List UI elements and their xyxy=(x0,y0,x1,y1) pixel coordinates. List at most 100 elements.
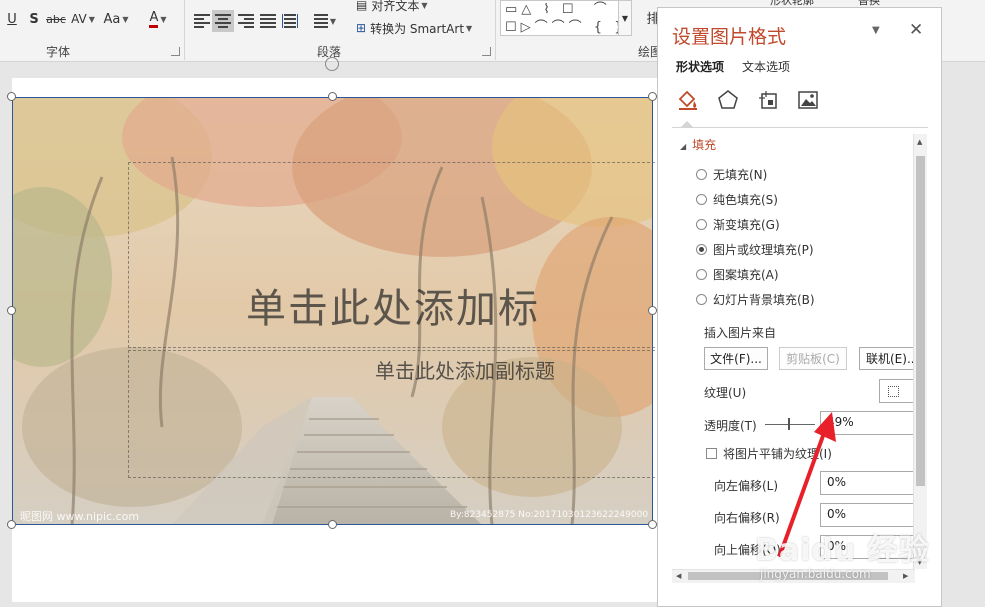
group-divider xyxy=(184,0,185,60)
radio-button[interactable] xyxy=(696,268,707,280)
text-shadow-button[interactable]: S xyxy=(26,8,42,30)
resize-handle[interactable] xyxy=(648,92,657,101)
fill-line-tab[interactable] xyxy=(675,88,701,112)
resize-handle[interactable] xyxy=(7,520,16,529)
scroll-right-icon[interactable]: ▶ xyxy=(903,572,908,580)
fill-line-icon xyxy=(678,90,697,110)
fill-option-label: 纯色填充(S) xyxy=(713,192,778,207)
effects-icon xyxy=(718,90,738,109)
chevron-down-icon: ▼ xyxy=(160,14,167,24)
align-left-button[interactable] xyxy=(193,10,211,32)
chevron-down-icon: ▼ xyxy=(88,14,95,24)
size-properties-icon xyxy=(759,91,777,109)
texture-label: 纹理(U) xyxy=(704,386,747,400)
align-right-button[interactable] xyxy=(237,10,255,32)
shapes-gallery[interactable]: ▭△ ⌇ ☐ ⌒ { } ☐▷⌒⌒⌒ { } xyxy=(500,0,628,36)
clipboard-button[interactable]: 剪贴板(C) xyxy=(779,347,847,370)
align-center-icon xyxy=(215,14,231,28)
distributed-icon xyxy=(282,14,298,28)
columns-icon xyxy=(313,14,328,28)
pane-close-button[interactable]: ✕ xyxy=(909,20,923,40)
convert-smartart-button[interactable]: ⊞ 转换为 SmartArt ▼ xyxy=(356,18,472,38)
font-dialog-launcher-icon[interactable] xyxy=(171,47,180,56)
chevron-down-icon: ▼ xyxy=(466,23,473,33)
distributed-button[interactable] xyxy=(281,10,299,32)
align-text-label: 对齐文本 xyxy=(371,0,420,13)
justify-button[interactable] xyxy=(259,10,277,32)
radio-button[interactable] xyxy=(696,193,707,205)
tile-picture-checkbox[interactable] xyxy=(706,448,717,459)
shapes-gallery-scroll[interactable]: ▼ xyxy=(618,0,632,36)
online-button[interactable]: 联机(E)... xyxy=(859,347,915,370)
rotation-handle[interactable] xyxy=(325,57,339,71)
chevron-down-icon: ▼ xyxy=(872,25,880,36)
fill-option-slide-background[interactable]: 幻灯片背景填充(B) xyxy=(696,290,815,308)
offset-left-label: 向左偏移(L) xyxy=(714,479,779,493)
baidu-logo-watermark: Baidu 经验 xyxy=(755,533,930,568)
picture-tab[interactable] xyxy=(795,88,821,112)
selection-frame xyxy=(12,97,653,525)
radio-button[interactable] xyxy=(696,218,707,230)
texture-dropdown[interactable] xyxy=(879,379,915,403)
fill-option-label: 图案填充(A) xyxy=(713,267,779,282)
tab-shape-options[interactable]: 形状选项 xyxy=(676,58,724,75)
underline-button[interactable]: U xyxy=(4,8,20,30)
fill-option-label: 无填充(N) xyxy=(713,167,768,182)
active-tab-pointer xyxy=(681,121,693,127)
fill-option-none[interactable]: 无填充(N) xyxy=(696,165,767,183)
resize-handle[interactable] xyxy=(328,92,337,101)
align-text-button[interactable]: ▤ 对齐文本 ▼ xyxy=(356,0,428,14)
pane-vertical-scroll-thumb[interactable] xyxy=(916,156,925,486)
effects-tab[interactable] xyxy=(715,88,741,112)
tab-text-options[interactable]: 文本选项 xyxy=(742,58,790,75)
fill-option-picture-texture[interactable]: 图片或纹理填充(P) xyxy=(696,240,814,258)
chevron-down-icon: ▼ xyxy=(329,16,337,26)
radio-button-selected[interactable] xyxy=(696,243,707,255)
file-button[interactable]: 文件(F)... xyxy=(704,347,768,370)
font-color-button[interactable]: A ▼ xyxy=(143,8,173,30)
fill-section-header[interactable]: ◢ 填充 xyxy=(680,136,716,153)
align-left-icon xyxy=(194,14,210,28)
pane-tab-divider xyxy=(672,127,928,128)
radio-button[interactable] xyxy=(696,168,707,180)
picture-icon xyxy=(798,91,818,109)
align-text-icon: ▤ xyxy=(356,0,368,12)
resize-handle[interactable] xyxy=(648,306,657,315)
font-group-label: 字体 xyxy=(46,45,71,59)
insert-picture-from-label: 插入图片来自 xyxy=(704,326,777,340)
fill-option-solid[interactable]: 纯色填充(S) xyxy=(696,190,778,208)
character-spacing-button[interactable]: AV ▼ xyxy=(70,8,96,30)
fill-option-gradient[interactable]: 渐变填充(G) xyxy=(696,215,780,233)
resize-handle[interactable] xyxy=(328,520,337,529)
smartart-icon: ⊞ xyxy=(356,21,367,35)
fill-section-label: 填充 xyxy=(692,138,717,152)
chevron-down-icon: ▼ xyxy=(122,14,129,24)
pane-options-dropdown[interactable]: ▼ xyxy=(872,25,880,36)
strikethrough-button[interactable]: abc xyxy=(44,8,68,30)
scroll-left-icon[interactable]: ◀ xyxy=(676,572,681,580)
align-center-button[interactable] xyxy=(212,10,234,32)
justify-icon xyxy=(260,14,276,28)
size-properties-tab[interactable] xyxy=(755,88,781,112)
resize-handle[interactable] xyxy=(7,306,16,315)
resize-handle[interactable] xyxy=(648,520,657,529)
scroll-up-icon[interactable]: ▲ xyxy=(917,138,922,146)
texture-icon xyxy=(888,385,899,397)
paragraph-dialog-launcher-icon[interactable] xyxy=(482,47,491,56)
align-right-icon xyxy=(238,14,254,28)
columns-button[interactable]: ▼ xyxy=(311,10,339,32)
fill-option-label: 渐变填充(G) xyxy=(713,217,780,232)
case-label: Aa xyxy=(103,11,121,27)
font-color-icon: A xyxy=(149,10,159,28)
chevron-down-icon: ▼ xyxy=(621,13,629,23)
resize-handle[interactable] xyxy=(7,92,16,101)
close-icon: ✕ xyxy=(909,20,924,40)
fill-option-pattern[interactable]: 图案填充(A) xyxy=(696,265,779,283)
convert-smartart-label: 转换为 SmartArt xyxy=(370,21,465,36)
group-divider xyxy=(495,0,496,60)
collapse-triangle-icon: ◢ xyxy=(680,142,687,151)
baidu-url-watermark: jingyan.baidu.com xyxy=(760,567,871,581)
fill-option-label: 幻灯片背景填充(B) xyxy=(713,292,815,307)
radio-button[interactable] xyxy=(696,293,707,305)
change-case-button[interactable]: Aa ▼ xyxy=(101,8,131,30)
